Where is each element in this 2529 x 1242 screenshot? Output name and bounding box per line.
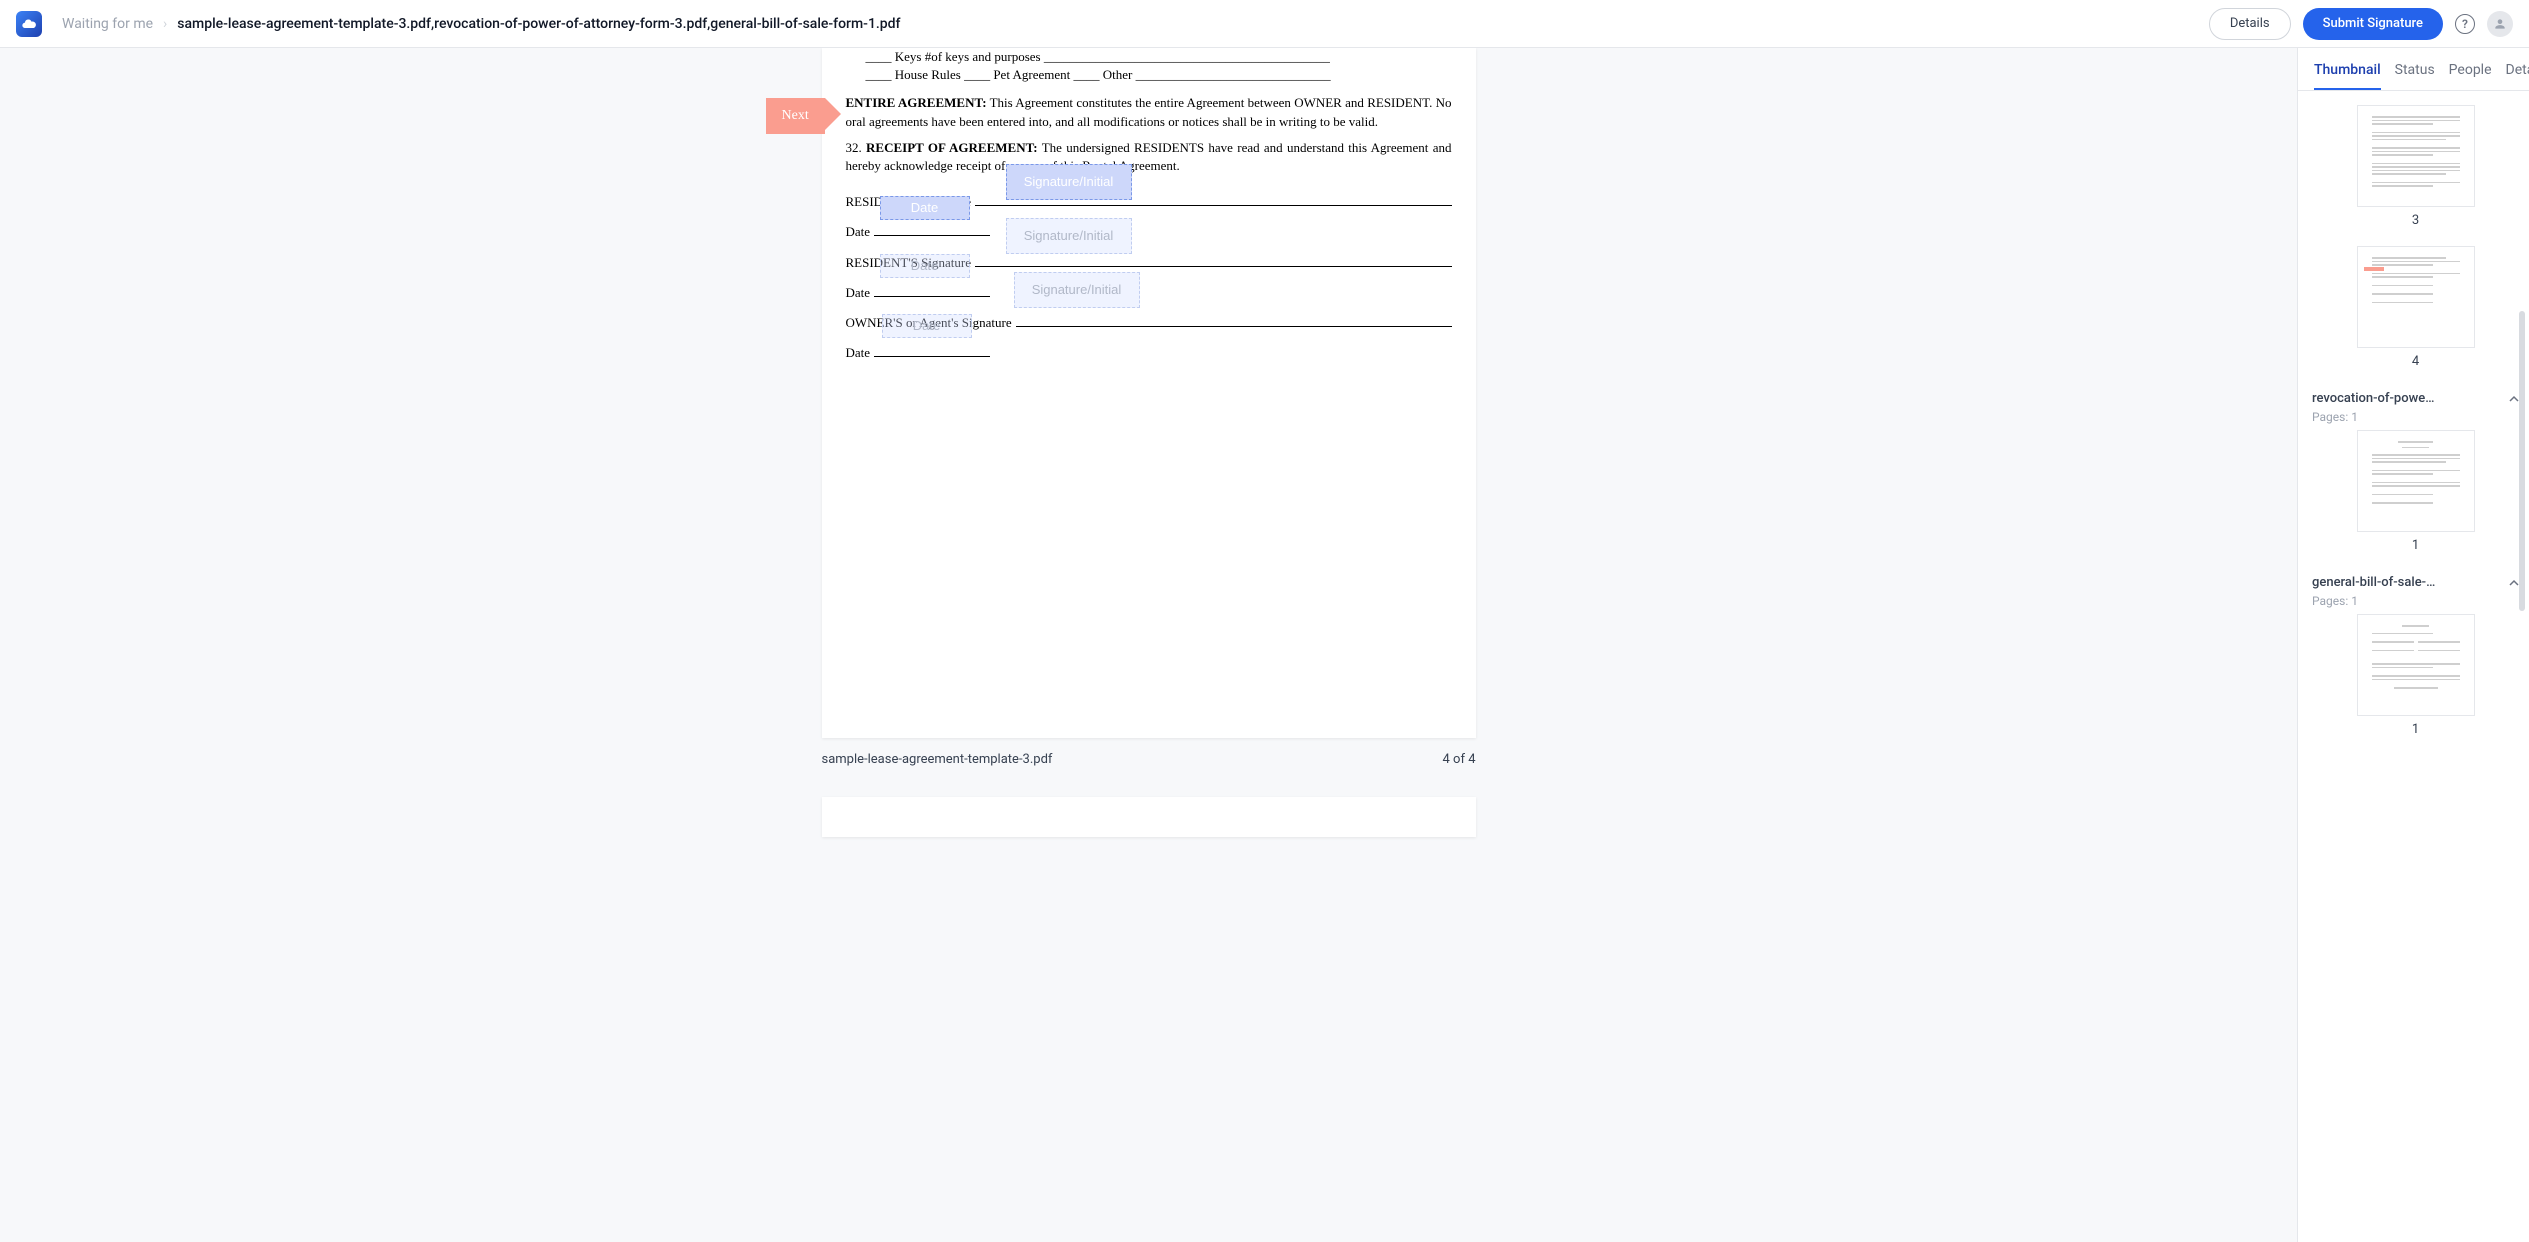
- signature-field-resident1[interactable]: Signature/Initial: [1006, 164, 1132, 200]
- date-field-owner[interactable]: Date: [882, 314, 972, 338]
- tab-status[interactable]: Status: [2395, 62, 2435, 90]
- avatar[interactable]: [2487, 11, 2513, 37]
- next-label: Next: [782, 106, 809, 126]
- underline: [874, 296, 990, 297]
- date-label: Date: [846, 223, 871, 241]
- underline: [874, 356, 990, 357]
- details-button[interactable]: Details: [2209, 8, 2291, 40]
- doc-group-pages: Pages: 1: [2312, 594, 2519, 608]
- doc-text-house: ____ House Rules ____ Pet Agreement ____…: [866, 66, 1452, 84]
- thumbnail-revocation-1[interactable]: [2357, 430, 2475, 532]
- doc-group-title: revocation-of-powe…: [2312, 391, 2434, 406]
- doc-paragraph-31: ENTIRE AGREEMENT: This Agreement constit…: [846, 94, 1452, 130]
- doc-group-title: general-bill-of-sale-…: [2312, 575, 2435, 590]
- doc-group-pages: Pages: 1: [2312, 410, 2519, 424]
- breadcrumb-title: sample-lease-agreement-template-3.pdf,re…: [177, 16, 900, 32]
- submit-signature-button[interactable]: Submit Signature: [2303, 8, 2443, 40]
- sidebar-tabs: Thumbnail Status People Details: [2298, 48, 2529, 91]
- help-icon[interactable]: ?: [2455, 14, 2475, 34]
- doc-paragraph-32: 32. RECEIPT OF AGREEMENT: The undersigne…: [846, 139, 1452, 175]
- chevron-up-icon: [2509, 573, 2519, 592]
- owner-date-row: Date: [846, 344, 1452, 362]
- thumbnail-billofsale-1[interactable]: [2357, 614, 2475, 716]
- doc-text-keys: ____ Keys #of keys and purposes ________…: [866, 48, 1452, 66]
- thumbnail-label-bos-1: 1: [2312, 722, 2519, 737]
- sidebar: Thumbnail Status People Details 3: [2297, 48, 2529, 1242]
- underline: [1016, 326, 1452, 327]
- thumbnail-label-rev-1: 1: [2312, 538, 2519, 553]
- underline: [975, 205, 1452, 206]
- main-area: Next ____ Keys #of keys and purposes ___…: [0, 48, 2529, 1242]
- para32-prefix: 32.: [846, 140, 867, 155]
- next-field-pointer[interactable]: Next: [766, 98, 825, 134]
- thumbnail-label-4: 4: [2312, 354, 2519, 369]
- thumbnail-page-3[interactable]: [2357, 105, 2475, 207]
- doc-group-revocation[interactable]: revocation-of-powe…: [2312, 387, 2519, 410]
- cloud-icon: [21, 16, 37, 32]
- document-filename: sample-lease-agreement-template-3.pdf: [822, 752, 1053, 767]
- header-bar: Waiting for me › sample-lease-agreement-…: [0, 0, 2529, 48]
- resident2-date-row: Date: [846, 284, 1452, 302]
- document-viewer[interactable]: Next ____ Keys #of keys and purposes ___…: [0, 48, 2297, 1242]
- thumbnail-label-3: 3: [2312, 213, 2519, 228]
- doc-group-billofsale[interactable]: general-bill-of-sale-…: [2312, 571, 2519, 594]
- thumbnail-page-4[interactable]: [2357, 246, 2475, 348]
- header-actions: Details Submit Signature ?: [2209, 8, 2513, 40]
- signature-field-resident2[interactable]: Signature/Initial: [1006, 218, 1132, 254]
- underline: [975, 266, 1452, 267]
- document-page-counter: 4 of 4: [1443, 752, 1476, 767]
- breadcrumb-waiting[interactable]: Waiting for me: [62, 16, 153, 32]
- tab-details[interactable]: Details: [2506, 62, 2529, 90]
- breadcrumb: Waiting for me › sample-lease-agreement-…: [62, 16, 901, 32]
- para32-heading: RECEIPT OF AGREEMENT:: [866, 140, 1038, 155]
- next-document-page: [822, 797, 1476, 837]
- sidebar-scrollbar[interactable]: [2519, 311, 2525, 611]
- date-field-resident2[interactable]: Date: [880, 254, 970, 278]
- tab-thumbnail[interactable]: Thumbnail: [2314, 62, 2381, 90]
- signature-field-owner[interactable]: Signature/Initial: [1014, 272, 1140, 308]
- sidebar-content[interactable]: 3 4 revocation-of-powe… Pages: 1: [2298, 91, 2529, 1242]
- underline: [874, 235, 990, 236]
- user-icon: [2493, 17, 2507, 31]
- date-label: Date: [846, 284, 871, 302]
- date-label: Date: [846, 344, 871, 362]
- document-footer: sample-lease-agreement-template-3.pdf 4 …: [822, 752, 1476, 767]
- chevron-right-icon: ›: [163, 16, 167, 32]
- para31-heading: ENTIRE AGREEMENT:: [846, 95, 987, 110]
- app-logo[interactable]: [16, 11, 42, 37]
- active-page-marker: [2364, 267, 2384, 271]
- date-field-resident1[interactable]: Date: [880, 196, 970, 220]
- resident1-date-row: Date: [846, 223, 1452, 241]
- tab-people[interactable]: People: [2449, 62, 2492, 90]
- chevron-up-icon: [2509, 389, 2519, 408]
- document-page: Next ____ Keys #of keys and purposes ___…: [822, 48, 1476, 738]
